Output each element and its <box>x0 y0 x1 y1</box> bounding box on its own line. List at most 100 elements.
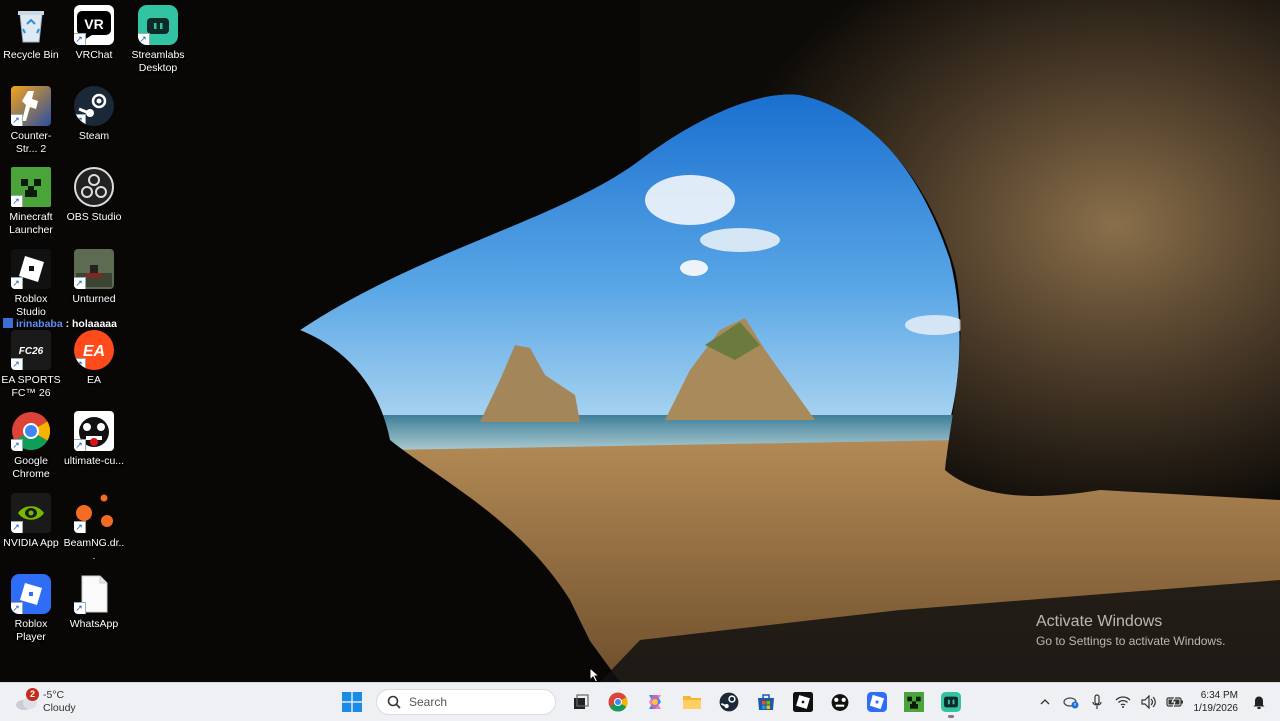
desktop-icon-label: BeamNG.dr... <box>63 537 125 563</box>
ultimate-custom-icon: ↗ <box>74 411 114 451</box>
desktop-icon-streamlabs[interactable]: ↗ Streamlabs Desktop <box>127 5 189 75</box>
taskbar-search[interactable]: Search <box>376 689 556 715</box>
ea-fc-icon: FC26 ↗ <box>11 330 51 370</box>
taskbar-ultimate-custom[interactable] <box>824 686 856 718</box>
weather-alert-badge: 2 <box>26 688 39 701</box>
desktop-icon-ea-fc[interactable]: FC26 ↗ EA SPORTS FC™ 26 <box>0 330 62 400</box>
desktop-wallpaper <box>0 0 1280 682</box>
desktop-icon-obs[interactable]: OBS Studio <box>63 167 125 224</box>
desktop-icon-counter-strike[interactable]: ↗ Counter-Str... 2 <box>0 86 62 156</box>
notifications-button[interactable] <box>1250 693 1268 711</box>
chat-platform-icon <box>3 318 13 328</box>
clock-time: 6:34 PM <box>1194 689 1239 702</box>
beamng-icon: ↗ <box>74 493 114 533</box>
desktop-icon-minecraft[interactable]: ↗ Minecraft Launcher <box>0 167 62 237</box>
shortcut-arrow-icon: ↗ <box>11 277 23 289</box>
desktop-icon-chrome[interactable]: ↗ Google Chrome <box>0 411 62 481</box>
activate-windows-watermark: Activate Windows Go to Settings to activ… <box>1036 612 1225 650</box>
activate-subtitle: Go to Settings to activate Windows. <box>1036 632 1225 650</box>
desktop-icon-roblox-player[interactable]: ↗ Roblox Player <box>0 574 62 644</box>
taskbar-minecraft[interactable] <box>898 686 930 718</box>
desktop-icon-label: Recycle Bin <box>0 49 62 62</box>
clock-date: 1/19/2026 <box>1194 702 1239 715</box>
taskbar-file-explorer[interactable] <box>676 686 708 718</box>
chrome-icon: ↗ <box>11 411 51 451</box>
desktop-icon-label: OBS Studio <box>63 211 125 224</box>
shortcut-arrow-icon: ↗ <box>74 602 86 614</box>
taskbar-clock[interactable]: 6:34 PM 1/19/2026 <box>1194 689 1239 715</box>
roblox-player-icon <box>867 692 887 712</box>
desktop-icon-label: Counter-Str... 2 <box>0 130 62 156</box>
speaker-icon <box>1141 695 1157 709</box>
file-explorer-icon <box>682 693 702 711</box>
desktop-icon-label: NVIDIA App <box>0 537 62 550</box>
windows-logo-icon <box>342 692 362 712</box>
copilot-icon <box>645 692 665 712</box>
onedrive-tray-button[interactable] <box>1062 693 1080 711</box>
battery-tray-button[interactable] <box>1166 693 1184 711</box>
show-hidden-icons-button[interactable] <box>1036 693 1054 711</box>
streamlabs-icon: ↗ <box>138 5 178 45</box>
desktop-icon-vrchat[interactable]: VR ↗ VRChat <box>63 5 125 62</box>
weather-widget[interactable]: 2 -5°C Cloudy <box>14 687 76 717</box>
shortcut-arrow-icon: ↗ <box>74 114 86 126</box>
cloud-alert-icon <box>1063 695 1079 709</box>
wifi-tray-button[interactable] <box>1114 693 1132 711</box>
desktop-icon-steam[interactable]: ↗ Steam <box>63 86 125 143</box>
chrome-icon <box>608 692 628 712</box>
weather-condition: Cloudy <box>43 702 76 715</box>
svg-text:FC26: FC26 <box>19 346 44 357</box>
taskbar-pinned-apps: Search <box>333 683 969 721</box>
desktop-icon-label: Google Chrome <box>0 455 62 481</box>
desktop-icon-label: Steam <box>63 130 125 143</box>
battery-charging-icon <box>1166 696 1184 708</box>
desktop-icon-unturned[interactable]: ↗ Unturned <box>63 249 125 306</box>
desktop-icon-nvidia[interactable]: ↗ NVIDIA App <box>0 493 62 550</box>
shortcut-arrow-icon: ↗ <box>11 195 23 207</box>
taskbar-chrome[interactable] <box>602 686 634 718</box>
start-button[interactable] <box>336 686 368 718</box>
taskbar-steam[interactable] <box>713 686 745 718</box>
shortcut-arrow-icon: ↗ <box>11 114 23 126</box>
desktop-icon-label: WhatsApp <box>63 618 125 631</box>
store-icon <box>756 692 776 712</box>
search-placeholder: Search <box>409 695 447 709</box>
roblox-studio-icon <box>793 692 813 712</box>
desktop-icon-ultimate-custom[interactable]: ↗ ultimate-cu... <box>63 411 125 468</box>
weather-temp: -5°C <box>43 689 76 702</box>
desktop-icon-whatsapp[interactable]: ↗ WhatsApp <box>63 574 125 631</box>
taskbar-copilot[interactable] <box>639 686 671 718</box>
taskbar-roblox-studio[interactable] <box>787 686 819 718</box>
notification-bell-icon <box>1252 695 1266 709</box>
desktop-icon-recycle-bin[interactable]: Recycle Bin <box>0 5 62 62</box>
chat-message: : holaaaaa <box>66 318 117 330</box>
task-view-button[interactable] <box>565 686 597 718</box>
desktop-icon-ea[interactable]: EA ↗ EA <box>63 330 125 387</box>
desktop-icon-label: Roblox Studio <box>0 293 62 319</box>
desktop-icon-beamng[interactable]: ↗ BeamNG.dr... <box>63 493 125 563</box>
microphone-icon <box>1092 694 1102 710</box>
ea-icon: EA ↗ <box>74 330 114 370</box>
shortcut-arrow-icon: ↗ <box>74 521 86 533</box>
recycle-bin-icon <box>11 5 51 45</box>
steam-icon: ↗ <box>74 86 114 126</box>
shortcut-arrow-icon: ↗ <box>11 439 23 451</box>
obs-icon <box>74 167 114 207</box>
taskbar-streamlabs[interactable] <box>935 686 967 718</box>
desktop-icon-roblox-studio[interactable]: ↗ Roblox Studio <box>0 249 62 319</box>
desktop-icon-label: Roblox Player <box>0 618 62 644</box>
chat-username: irinababa <box>16 318 63 330</box>
taskbar-store[interactable] <box>750 686 782 718</box>
stream-chat-overlay: irinababa : holaaaaa <box>3 318 117 330</box>
volume-tray-button[interactable] <box>1140 693 1158 711</box>
roblox-player-icon: ↗ <box>11 574 51 614</box>
taskbar-roblox-player[interactable] <box>861 686 893 718</box>
chevron-up-icon <box>1040 698 1050 706</box>
microphone-tray-button[interactable] <box>1088 693 1106 711</box>
desktop-icon-label: VRChat <box>63 49 125 62</box>
desktop-icon-label: Minecraft Launcher <box>0 211 62 237</box>
task-view-icon <box>572 693 590 711</box>
vrchat-icon: VR ↗ <box>74 5 114 45</box>
roblox-studio-icon: ↗ <box>11 249 51 289</box>
ultimate-custom-icon <box>830 692 850 712</box>
